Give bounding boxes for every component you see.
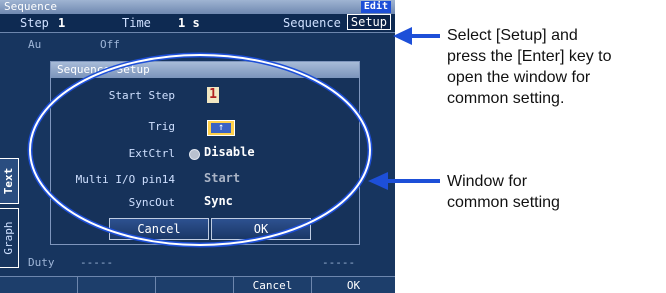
- arrow-to-setup: [393, 27, 440, 45]
- note-line: Select [Setup] and: [447, 27, 578, 44]
- arrow-to-window: [368, 172, 440, 190]
- note-line: press the [Enter] key to: [447, 48, 612, 65]
- note-line: common setting.: [447, 90, 565, 107]
- note-line: open the window for: [447, 69, 591, 86]
- window-note: Window for common setting: [447, 171, 560, 213]
- highlight-ellipse: [27, 52, 373, 248]
- note-line: common setting: [447, 194, 560, 211]
- note-line: Window for: [447, 173, 528, 190]
- setup-instruction-note: Select [Setup] and press the [Enter] key…: [447, 25, 612, 109]
